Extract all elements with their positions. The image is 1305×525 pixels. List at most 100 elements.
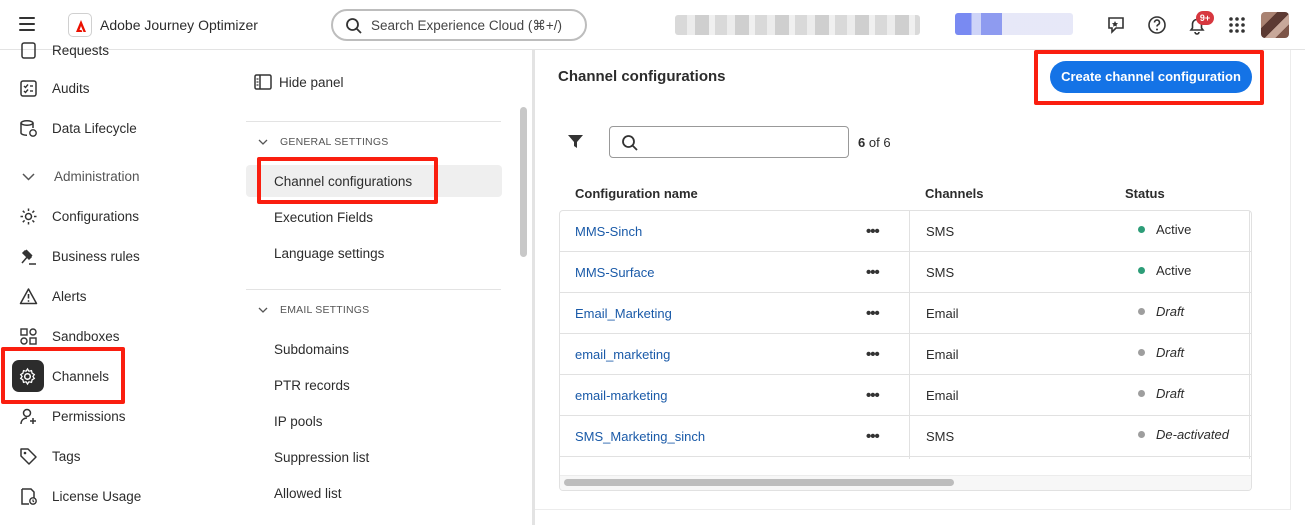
table-search-input[interactable] (609, 126, 849, 158)
tag-icon (20, 448, 37, 465)
more-actions-button[interactable]: ••• (866, 428, 880, 445)
nav-item-alerts[interactable]: Alerts (0, 279, 222, 313)
nav-label: Sandboxes (52, 329, 120, 344)
apps-grid-icon[interactable] (1226, 14, 1248, 36)
license-icon (21, 488, 37, 505)
configuration-name-link[interactable]: SMS_Marketing_sinch (575, 429, 705, 444)
highlight-channel-configurations (257, 157, 438, 204)
status-dot-icon (1138, 431, 1145, 438)
configuration-name-link[interactable]: MMS-Sinch (575, 224, 642, 239)
configuration-name-link[interactable]: email-marketing (575, 388, 667, 403)
more-actions-button[interactable]: ••• (866, 223, 880, 240)
menu-item-language-settings[interactable]: Language settings (274, 246, 384, 261)
nav-item-configurations[interactable]: Configurations (0, 199, 222, 233)
nav-item-requests[interactable]: Requests (0, 33, 222, 67)
search-icon (346, 18, 362, 34)
table-row[interactable]: SMS_Marketing_sinch ••• SMS De-activated (560, 416, 1251, 457)
app-name[interactable]: Adobe Journey Optimizer (100, 17, 258, 33)
panel-scrollbar[interactable] (520, 107, 527, 257)
status-cell: Draft (1138, 345, 1184, 360)
table-row[interactable]: email-marketing ••• Email Draft (560, 375, 1251, 416)
status-dot-icon (1138, 349, 1145, 356)
table-row[interactable]: MMS-Surface ••• SMS Active (560, 252, 1251, 293)
status-label: Active (1156, 263, 1192, 278)
channel-cell: Email (926, 347, 959, 362)
settings-panel: Hide panel GENERAL SETTINGS Channel conf… (222, 50, 532, 525)
status-dot-icon (1138, 308, 1145, 315)
menu-icon[interactable] (19, 17, 35, 31)
column-header-channels[interactable]: Channels (925, 186, 984, 201)
table-row[interactable]: MMS-Sinch ••• SMS Active (560, 211, 1251, 252)
nav-item-audits[interactable]: Audits (0, 71, 222, 105)
global-search-input[interactable]: Search Experience Cloud (⌘+/) (331, 9, 587, 41)
table-row[interactable]: Email_Marketing ••• Email Draft (560, 293, 1251, 334)
audits-icon (20, 80, 37, 97)
nav-label: Requests (52, 43, 110, 58)
status-dot-icon (1138, 390, 1145, 397)
menu-item-allowed-list[interactable]: Allowed list (274, 486, 342, 501)
table-horizontal-scrollbar[interactable] (564, 479, 954, 486)
nav-label: Tags (52, 449, 81, 464)
nav-label: Alerts (52, 289, 87, 304)
menu-item-ip-pools[interactable]: IP pools (274, 414, 323, 429)
search-placeholder: Search Experience Cloud (⌘+/) (371, 18, 562, 33)
general-settings-header: GENERAL SETTINGS (280, 136, 389, 148)
filter-icon[interactable] (567, 133, 584, 150)
chevron-down-icon[interactable] (258, 137, 268, 147)
highlight-create-button (1034, 50, 1264, 105)
nav-item-license-usage[interactable]: License Usage (0, 479, 222, 513)
nav-label: License Usage (52, 489, 142, 504)
configuration-name-link[interactable]: email_marketing (575, 347, 670, 362)
status-label: Draft (1156, 304, 1185, 319)
column-header-status[interactable]: Status (1125, 186, 1165, 201)
nav-label: Data Lifecycle (52, 121, 137, 136)
status-dot-icon (1138, 226, 1145, 233)
panel-toggle-icon (254, 74, 272, 90)
hide-panel-label: Hide panel (279, 75, 344, 90)
help-icon[interactable] (1146, 14, 1168, 36)
status-cell: Draft (1138, 304, 1184, 319)
nav-item-permissions[interactable]: Permissions (0, 399, 222, 433)
status-cell: De-activated (1138, 427, 1229, 442)
more-actions-button[interactable]: ••• (866, 264, 880, 281)
nav-label: Configurations (52, 209, 140, 224)
redacted-sandbox[interactable] (955, 13, 1073, 35)
configuration-name-link[interactable]: Email_Marketing (575, 306, 672, 321)
status-cell: Draft (1138, 386, 1184, 401)
more-actions-button[interactable]: ••• (866, 387, 880, 404)
result-count-value: 6 (858, 135, 866, 150)
menu-item-suppression-list[interactable]: Suppression list (274, 450, 369, 465)
highlight-channels-nav (1, 347, 125, 404)
chevron-down-icon[interactable] (258, 305, 268, 315)
nav-item-tags[interactable]: Tags (0, 439, 222, 473)
status-label: Draft (1156, 345, 1185, 360)
more-actions-button[interactable]: ••• (866, 346, 880, 363)
nav-item-business-rules[interactable]: Business rules (0, 239, 222, 273)
status-cell: Active (1138, 222, 1191, 237)
gavel-icon (21, 249, 36, 265)
status-label: Active (1156, 222, 1192, 237)
menu-item-ptr-records[interactable]: PTR records (274, 378, 350, 393)
nav-item-data-lifecycle[interactable]: Data Lifecycle (0, 111, 222, 145)
nav-label: Business rules (52, 249, 140, 264)
channel-cell: Email (926, 306, 959, 321)
channel-cell: SMS (926, 429, 955, 444)
chevron-down-icon (22, 173, 35, 181)
left-navigation: Requests Audits Data Lifecycle Administr… (0, 42, 222, 525)
menu-item-execution-fields[interactable]: Execution Fields (274, 210, 373, 225)
table-row[interactable]: email_marketing ••• Email Draft (560, 334, 1251, 375)
column-header-configuration-name[interactable]: Configuration name (575, 186, 698, 201)
more-actions-button[interactable]: ••• (866, 305, 880, 322)
gear-icon (20, 208, 37, 225)
configuration-name-link[interactable]: MMS-Surface (575, 265, 654, 280)
redacted-org-name (675, 15, 920, 35)
permissions-icon (20, 408, 36, 425)
feedback-icon[interactable] (1106, 14, 1128, 36)
status-label: De-activated (1156, 427, 1229, 442)
menu-item-subdomains[interactable]: Subdomains (274, 342, 349, 357)
user-avatar[interactable] (1261, 12, 1289, 38)
nav-section-administration[interactable]: Administration (0, 159, 222, 193)
status-dot-icon (1138, 267, 1145, 274)
status-label: Draft (1156, 386, 1185, 401)
channel-cell: Email (926, 388, 959, 403)
